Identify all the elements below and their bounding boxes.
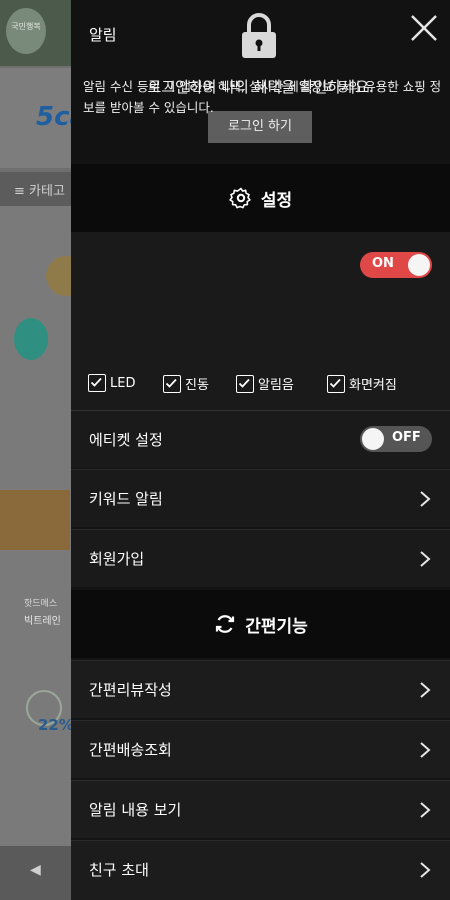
invite-friend-label: 친구 초대 bbox=[89, 861, 149, 879]
close-button[interactable] bbox=[408, 12, 440, 44]
background-back-arrow: ◀ bbox=[30, 862, 41, 878]
checkbox-sound-label: 알림음 bbox=[258, 378, 294, 393]
keyword-alarm-row[interactable]: 키워드 알림 bbox=[71, 469, 450, 527]
keyword-alarm-label: 키워드 알림 bbox=[89, 490, 163, 508]
chevron-right-icon bbox=[420, 802, 431, 818]
etiquette-toggle-state: OFF bbox=[392, 430, 421, 445]
chevron-right-icon bbox=[420, 551, 431, 567]
gear-icon bbox=[229, 187, 251, 209]
alarm-toggle-state: ON bbox=[372, 256, 394, 271]
settings-header-label: 설정 bbox=[260, 190, 293, 211]
close-icon bbox=[411, 15, 437, 41]
check-icon bbox=[329, 378, 341, 388]
etiquette-toggle-knob bbox=[362, 428, 384, 450]
checkbox-led-box bbox=[88, 374, 106, 392]
alarm-toggle-knob bbox=[408, 254, 430, 276]
join-row[interactable]: 회원가입 bbox=[71, 529, 450, 587]
background-gift bbox=[0, 490, 70, 550]
quick-delivery-row[interactable]: 간편배송조회 bbox=[71, 720, 450, 778]
refresh-icon bbox=[216, 615, 235, 633]
check-icon bbox=[90, 377, 102, 387]
chevron-right-icon bbox=[420, 862, 431, 878]
checkbox-led[interactable]: LED bbox=[88, 374, 135, 392]
chevron-right-icon bbox=[420, 491, 431, 507]
invite-friend-row[interactable]: 친구 초대 bbox=[71, 840, 450, 900]
quick-review-row[interactable]: 간편리뷰작성 bbox=[71, 660, 450, 718]
alarm-description: 알림 수신 등의 시 앱전용 혜택, 실시간 세일정보 등의 유용한 쇼핑 정보… bbox=[83, 79, 442, 115]
chevron-right-icon bbox=[420, 742, 431, 758]
check-icon bbox=[165, 378, 177, 388]
join-label: 회원가입 bbox=[89, 550, 145, 568]
alarm-label: 알림 bbox=[89, 26, 117, 44]
checkbox-vibration-box bbox=[163, 374, 181, 393]
checkbox-sound[interactable]: 알림음 bbox=[236, 374, 294, 393]
side-drawer: 로그인하여 나의 혜택을 확인하세요. 로그인 하기 설정 알림 ON 알림 수… bbox=[71, 0, 450, 900]
check-icon bbox=[238, 378, 250, 388]
checkbox-led-label: LED bbox=[110, 375, 136, 391]
quick-delivery-label: 간편배송조회 bbox=[89, 741, 172, 759]
lock-icon bbox=[242, 13, 276, 58]
checkbox-sound-box bbox=[236, 374, 254, 393]
quick-functions-header-label: 간편기능 bbox=[245, 616, 308, 637]
settings-header: 설정 bbox=[71, 164, 450, 232]
checkbox-vibration-label: 진동 bbox=[185, 378, 209, 393]
background-discount: 22% bbox=[38, 716, 74, 734]
alarm-toggle[interactable]: ON bbox=[360, 252, 432, 278]
background-badge: 국민행복 bbox=[6, 8, 46, 54]
notification-history-label: 알림 내용 보기 bbox=[89, 801, 182, 819]
background-balloon bbox=[14, 318, 48, 360]
quick-functions-header: 간편기능 bbox=[71, 590, 450, 658]
checkbox-screen-on-box bbox=[327, 374, 345, 393]
background-product-text: 빅트레인 bbox=[24, 616, 61, 627]
quick-review-label: 간편리뷰작성 bbox=[89, 681, 172, 699]
chevron-right-icon bbox=[420, 682, 431, 698]
notification-history-row[interactable]: 알림 내용 보기 bbox=[71, 780, 450, 838]
etiquette-toggle[interactable]: OFF bbox=[360, 426, 432, 452]
checkbox-screen-on[interactable]: 화면켜짐 bbox=[327, 374, 397, 393]
checkbox-vibration[interactable]: 진동 bbox=[163, 374, 209, 393]
background-promo-text: 핫드메스 bbox=[24, 599, 58, 609]
etiquette-label: 에티켓 설정 bbox=[89, 431, 163, 449]
checkbox-screen-on-label: 화면켜짐 bbox=[349, 378, 397, 393]
